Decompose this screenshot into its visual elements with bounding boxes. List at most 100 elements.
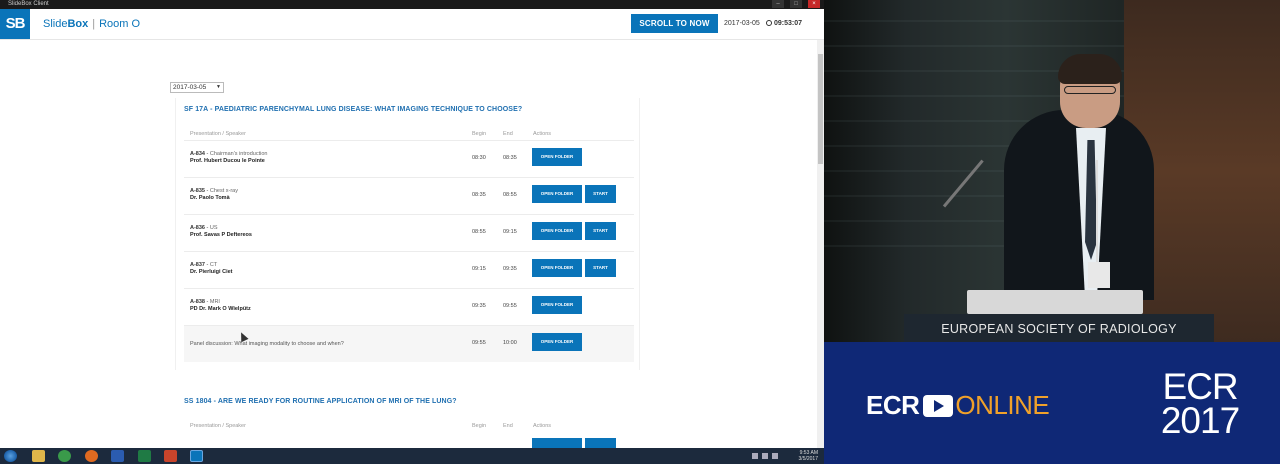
column-header-end: End — [503, 131, 513, 137]
ecr-online-logo: ECR ONLINE — [866, 390, 1050, 421]
presentation-code: A-835 — [190, 188, 205, 194]
ecr-year-text-b: 2017 — [1160, 400, 1240, 441]
maximize-icon[interactable]: □ — [790, 0, 802, 8]
presentation-code: A-838 — [190, 299, 205, 305]
presentation-topic: Panel discussion: What imaging modality … — [190, 341, 344, 347]
end-time: 10:00 — [503, 340, 517, 346]
brand-separator: | — [92, 18, 96, 30]
date-select-value: 2017-03-05 — [173, 84, 207, 91]
begin-time: 09:15 — [472, 266, 486, 272]
windows-start-icon[interactable] — [4, 450, 17, 462]
vertical-scrollbar[interactable] — [817, 40, 824, 448]
window-title: SlideBox Client — [8, 1, 49, 7]
begin-time: 09:35 — [472, 303, 486, 309]
header-clock: 09:53:07 — [766, 20, 802, 27]
end-time: 09:15 — [503, 229, 517, 235]
begin-time: 08:55 — [472, 229, 486, 235]
clock-time: 09:53:07 — [774, 20, 803, 27]
taskbar-clock[interactable]: 9:53 AM 3/5/2017 — [799, 450, 818, 462]
presentation-code: A-837 — [190, 262, 205, 268]
volume-icon[interactable] — [762, 453, 768, 459]
speaker-name: Prof. Savas P Deftereos — [190, 232, 252, 238]
ecr-year-text-a: ECR — [1162, 366, 1238, 407]
column-header-presentation: Presentation / Speaker — [190, 423, 246, 429]
file-explorer-icon[interactable] — [32, 450, 45, 462]
slidebox-taskbar-icon[interactable] — [190, 450, 203, 462]
speaker-name: PD Dr. Mark O Wielpütz — [190, 306, 251, 312]
end-time: 09:55 — [503, 303, 517, 309]
speaker-name: Prof. Hubert Ducou le Pointe — [190, 158, 265, 164]
network-icon[interactable] — [752, 453, 758, 459]
open-folder-button[interactable]: OPEN FOLDER — [532, 333, 582, 351]
brand-prefix: Slide — [43, 18, 68, 30]
column-header-actions: Actions — [533, 131, 552, 137]
presentation-topic: MRI — [209, 299, 220, 305]
table-row: A-834 - Chairman's introduction Prof. Hu… — [184, 140, 634, 177]
slidebox-logo: SB — [0, 9, 30, 39]
begin-time: 08:30 — [472, 155, 486, 161]
excel-icon[interactable] — [138, 450, 151, 462]
presentation-code: A-836 — [190, 225, 205, 231]
taskbar-date: 3/5/2017 — [798, 456, 818, 462]
play-icon — [923, 394, 954, 417]
open-folder-button[interactable]: OPEN FOLDER — [532, 222, 582, 240]
begin-time: 09:55 — [472, 340, 486, 346]
scrollbar-thumb[interactable] — [818, 54, 823, 164]
chevron-down-icon: ▼ — [216, 84, 221, 90]
column-header-begin: Begin — [472, 423, 487, 429]
table-row: A-836 - US Prof. Savas P Deftereos 08:55… — [184, 214, 634, 251]
column-header-actions: Actions — [533, 423, 552, 429]
date-select[interactable]: 2017-03-05 ▼ — [170, 82, 224, 93]
presentation-topic: Chest x-ray — [209, 188, 238, 194]
end-time: 08:35 — [503, 155, 517, 161]
windows-taskbar: 9:53 AM 3/5/2017 — [0, 448, 824, 464]
start-button[interactable] — [585, 438, 616, 448]
open-folder-button[interactable] — [532, 438, 582, 448]
close-icon[interactable]: × — [808, 0, 820, 8]
word-icon[interactable] — [111, 450, 124, 462]
window-titlebar: SlideBox Client – □ × — [0, 0, 824, 9]
open-folder-button[interactable]: OPEN FOLDER — [532, 259, 582, 277]
clock-icon — [766, 20, 772, 26]
speaker-video: EUROPEAN SOCIETY OF RADIOLOGY — [824, 0, 1280, 342]
microphone-icon — [942, 159, 984, 208]
slidebox-window: SlideBox Client – □ × SB SlideBox | Room O… — [0, 0, 824, 448]
ecr-online-text-b: ONLINE — [955, 390, 1050, 420]
scroll-to-now-button[interactable]: SCROLL TO NOW — [631, 14, 718, 33]
screen: SlideBox Client – □ × SB SlideBox | Room O… — [0, 0, 1280, 464]
presentation-code: A-834 — [190, 151, 205, 157]
minimize-icon[interactable]: – — [772, 0, 784, 8]
start-button[interactable]: START — [585, 185, 616, 203]
open-folder-button[interactable]: OPEN FOLDER — [532, 148, 582, 166]
room-name: Room O — [99, 18, 141, 30]
end-time: 09:35 — [503, 266, 517, 272]
start-button[interactable]: START — [585, 259, 616, 277]
presentation-topic: CT — [209, 262, 218, 268]
ecr-online-text-a: ECR — [866, 390, 920, 420]
presentation-topic: US — [209, 225, 218, 231]
speaker-name: Dr. Pierluigi Ciet — [190, 269, 233, 275]
presentation-topic: Chairman's introduction — [209, 151, 268, 157]
table-row: Panel discussion: What imaging modality … — [184, 325, 634, 362]
firefox-icon[interactable] — [85, 450, 98, 462]
ecr-2017-logo: ECR 2017 — [1160, 366, 1240, 441]
powerpoint-icon[interactable] — [164, 450, 177, 462]
column-header-end: End — [503, 423, 513, 429]
window-controls: – □ × — [772, 0, 820, 8]
session-title: SF 17A - PAEDIATRIC PARENCHYMAL LUNG DIS… — [184, 106, 523, 113]
header-date: 2017-03-05 — [724, 20, 760, 27]
begin-time: 08:35 — [472, 192, 486, 198]
end-time: 08:55 — [503, 192, 517, 198]
podium-text: EUROPEAN SOCIETY OF RADIOLOGY — [941, 322, 1177, 336]
laptop — [967, 290, 1143, 314]
chrome-icon[interactable] — [58, 450, 71, 462]
app-header: SB SlideBox | Room O SCROLL TO NOW 2017-03… — [0, 9, 824, 40]
open-folder-button[interactable]: OPEN FOLDER — [532, 185, 582, 203]
flag-icon[interactable] — [772, 453, 778, 459]
system-tray — [752, 453, 778, 459]
session-title: SS 1804 - ARE WE READY FOR ROUTINE APPLI… — [184, 398, 457, 405]
start-button[interactable]: START — [585, 222, 616, 240]
speaker-name: Dr. Paolo Tomà — [190, 195, 230, 201]
open-folder-button[interactable]: OPEN FOLDER — [532, 296, 582, 314]
table-row: A-838 - MRI PD Dr. Mark O Wielpütz 09:35… — [184, 288, 634, 325]
